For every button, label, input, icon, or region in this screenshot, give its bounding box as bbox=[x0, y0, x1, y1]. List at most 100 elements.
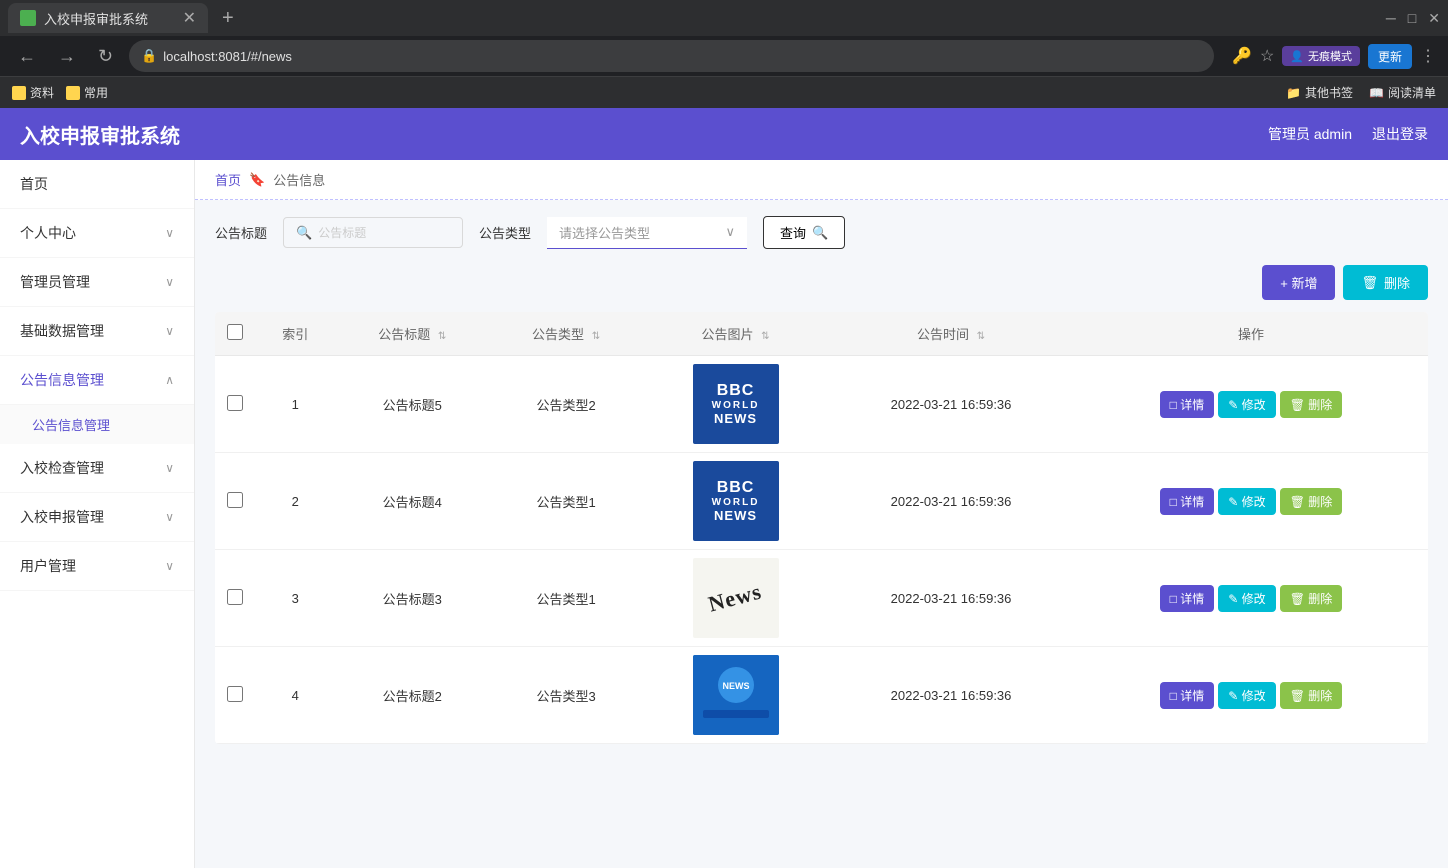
delete-row-label: 删除 bbox=[1308, 689, 1332, 703]
bookmark-item-common[interactable]: 常用 bbox=[66, 84, 108, 101]
update-button[interactable]: 更新 bbox=[1368, 44, 1412, 69]
delete-label: 删除 bbox=[1384, 273, 1410, 292]
detail-icon: □ bbox=[1170, 592, 1177, 606]
detail-button[interactable]: □ 详情 bbox=[1160, 585, 1215, 612]
query-button[interactable]: 查询 🔍 bbox=[763, 216, 845, 249]
row-type: 公告类型1 bbox=[489, 453, 643, 550]
browser-tab[interactable]: 入校申报审批系统 ✕ bbox=[8, 3, 208, 33]
minimize-icon[interactable]: ─ bbox=[1386, 10, 1396, 27]
bookmark-star-icon[interactable]: ☆ bbox=[1260, 46, 1274, 66]
bookmark-common-label: 常用 bbox=[84, 84, 108, 101]
delete-row-icon: 🗑 bbox=[1290, 398, 1305, 412]
title-filter-input[interactable]: 🔍 公告标题 bbox=[283, 217, 463, 248]
partial-image-svg: NEWS bbox=[693, 655, 779, 735]
bookmark-readlist-button[interactable]: 📖 阅读清单 bbox=[1369, 84, 1436, 101]
content-area: 公告标题 🔍 公告标题 公告类型 请选择公告类型 ∨ 查询 🔍 + 新增 bbox=[195, 200, 1448, 760]
row-checkbox[interactable] bbox=[227, 492, 243, 508]
row-time: 2022-03-21 16:59:36 bbox=[828, 647, 1074, 744]
add-button[interactable]: + 新增 bbox=[1262, 265, 1335, 300]
chevron-down-icon: ∨ bbox=[165, 510, 174, 524]
delete-row-button[interactable]: 🗑 删除 bbox=[1280, 585, 1343, 612]
delete-row-button[interactable]: 🗑 删除 bbox=[1280, 488, 1343, 515]
th-time[interactable]: 公告时间 ⇅ bbox=[828, 312, 1074, 356]
row-ops: □ 详情 ✎ 修改 🗑 删除 bbox=[1074, 647, 1428, 744]
logout-button[interactable]: 退出登录 bbox=[1372, 124, 1428, 144]
edit-icon: ✎ bbox=[1228, 495, 1238, 509]
sidebar-item-profile[interactable]: 个人中心 ∨ bbox=[0, 209, 194, 258]
row-checkbox[interactable] bbox=[227, 589, 243, 605]
bookmark-folder-icon: 📁 bbox=[1286, 86, 1301, 100]
sidebar-item-apply[interactable]: 入校申报管理 ∨ bbox=[0, 493, 194, 542]
data-table: 索引 公告标题 ⇅ 公告类型 ⇅ 公告图片 ⇅ bbox=[215, 312, 1428, 744]
edit-button[interactable]: ✎ 修改 bbox=[1218, 488, 1275, 515]
new-tab-button[interactable]: + bbox=[222, 7, 234, 30]
th-index-label: 索引 bbox=[282, 327, 308, 342]
bookmark-other-button[interactable]: 📁 其他书签 bbox=[1286, 84, 1353, 101]
table-row: 4 公告标题2 公告类型3 NEWS bbox=[215, 647, 1428, 744]
sidebar-item-check[interactable]: 入校检查管理 ∨ bbox=[0, 444, 194, 493]
delete-row-button[interactable]: 🗑 删除 bbox=[1280, 391, 1343, 418]
bookmark-item-resources[interactable]: 资料 bbox=[12, 84, 54, 101]
menu-icon[interactable]: ⋮ bbox=[1420, 46, 1436, 66]
th-type[interactable]: 公告类型 ⇅ bbox=[489, 312, 643, 356]
forward-button[interactable]: → bbox=[52, 44, 82, 69]
sidebar-user-label: 用户管理 bbox=[20, 556, 76, 576]
bookmark-readlist-icon: 📖 bbox=[1369, 86, 1384, 100]
type-filter-select[interactable]: 请选择公告类型 ∨ bbox=[547, 217, 747, 249]
breadcrumb-home[interactable]: 首页 bbox=[215, 170, 241, 189]
title-filter-placeholder: 公告标题 bbox=[318, 224, 366, 241]
detail-button[interactable]: □ 详情 bbox=[1160, 488, 1215, 515]
sidebar-item-basic[interactable]: 基础数据管理 ∨ bbox=[0, 307, 194, 356]
row-index: 4 bbox=[255, 647, 335, 744]
incognito-badge: 👤 无痕模式 bbox=[1282, 46, 1360, 66]
password-icon[interactable]: 🔑 bbox=[1232, 46, 1252, 66]
row-ops: □ 详情 ✎ 修改 🗑 删除 bbox=[1074, 453, 1428, 550]
table-header-row: 索引 公告标题 ⇅ 公告类型 ⇅ 公告图片 ⇅ bbox=[215, 312, 1428, 356]
th-type-label: 公告类型 bbox=[532, 327, 584, 342]
row-title: 公告标题4 bbox=[335, 453, 489, 550]
browser-actions: 🔑 ☆ 👤 无痕模式 更新 ⋮ bbox=[1232, 44, 1436, 69]
row-checkbox[interactable] bbox=[227, 395, 243, 411]
edit-label: 修改 bbox=[1242, 592, 1266, 606]
back-button[interactable]: ← bbox=[12, 44, 42, 69]
bbc-world-text: WORLD bbox=[712, 400, 760, 411]
detail-button[interactable]: □ 详情 bbox=[1160, 682, 1215, 709]
th-index: 索引 bbox=[255, 312, 335, 356]
sidebar-item-user[interactable]: 用户管理 ∨ bbox=[0, 542, 194, 591]
detail-label: 详情 bbox=[1180, 592, 1204, 606]
sidebar-item-admin[interactable]: 管理员管理 ∨ bbox=[0, 258, 194, 307]
close-icon[interactable]: ✕ bbox=[1428, 10, 1440, 27]
delete-row-button[interactable]: 🗑 删除 bbox=[1280, 682, 1343, 709]
th-image[interactable]: 公告图片 ⇅ bbox=[643, 312, 828, 356]
edit-button[interactable]: ✎ 修改 bbox=[1218, 391, 1275, 418]
address-box[interactable]: 🔒 localhost:8081/#/news bbox=[129, 40, 1214, 72]
edit-button[interactable]: ✎ 修改 bbox=[1218, 682, 1275, 709]
edit-icon: ✎ bbox=[1228, 689, 1238, 703]
edit-label: 修改 bbox=[1242, 689, 1266, 703]
select-all-checkbox[interactable] bbox=[227, 324, 243, 340]
detail-button[interactable]: □ 详情 bbox=[1160, 391, 1215, 418]
sidebar-sub-notice-mgmt[interactable]: 公告信息管理 bbox=[0, 405, 194, 444]
bbc-world-text: WORLD bbox=[712, 497, 760, 508]
row-checkbox-cell bbox=[215, 550, 255, 647]
bbc-news-image: BBC WORLD NEWS bbox=[693, 364, 779, 444]
table-row: 3 公告标题3 公告类型1 News 2022-03-21 16:59:36 bbox=[215, 550, 1428, 647]
maximize-icon[interactable]: □ bbox=[1408, 10, 1416, 27]
row-image: NEWS bbox=[643, 647, 828, 744]
tab-title: 入校申报审批系统 bbox=[44, 9, 148, 28]
tab-close-icon[interactable]: ✕ bbox=[183, 8, 196, 28]
sidebar-item-notice[interactable]: 公告信息管理 ∧ bbox=[0, 356, 194, 405]
row-checkbox[interactable] bbox=[227, 686, 243, 702]
secure-icon: 🔒 bbox=[141, 48, 157, 64]
browser-addressbar: ← → ↻ 🔒 localhost:8081/#/news 🔑 ☆ 👤 无痕模式… bbox=[0, 36, 1448, 76]
batch-delete-button[interactable]: 🗑 删除 bbox=[1343, 265, 1428, 300]
edit-button[interactable]: ✎ 修改 bbox=[1218, 585, 1275, 612]
chevron-down-icon: ∨ bbox=[165, 461, 174, 475]
refresh-button[interactable]: ↻ bbox=[92, 44, 119, 69]
bookmark-common-icon bbox=[66, 86, 80, 100]
news-text: News bbox=[706, 578, 765, 617]
bookmark-resources-icon bbox=[12, 86, 26, 100]
th-title[interactable]: 公告标题 ⇅ bbox=[335, 312, 489, 356]
sidebar-item-home[interactable]: 首页 bbox=[0, 160, 194, 209]
delete-row-icon: 🗑 bbox=[1290, 592, 1305, 606]
